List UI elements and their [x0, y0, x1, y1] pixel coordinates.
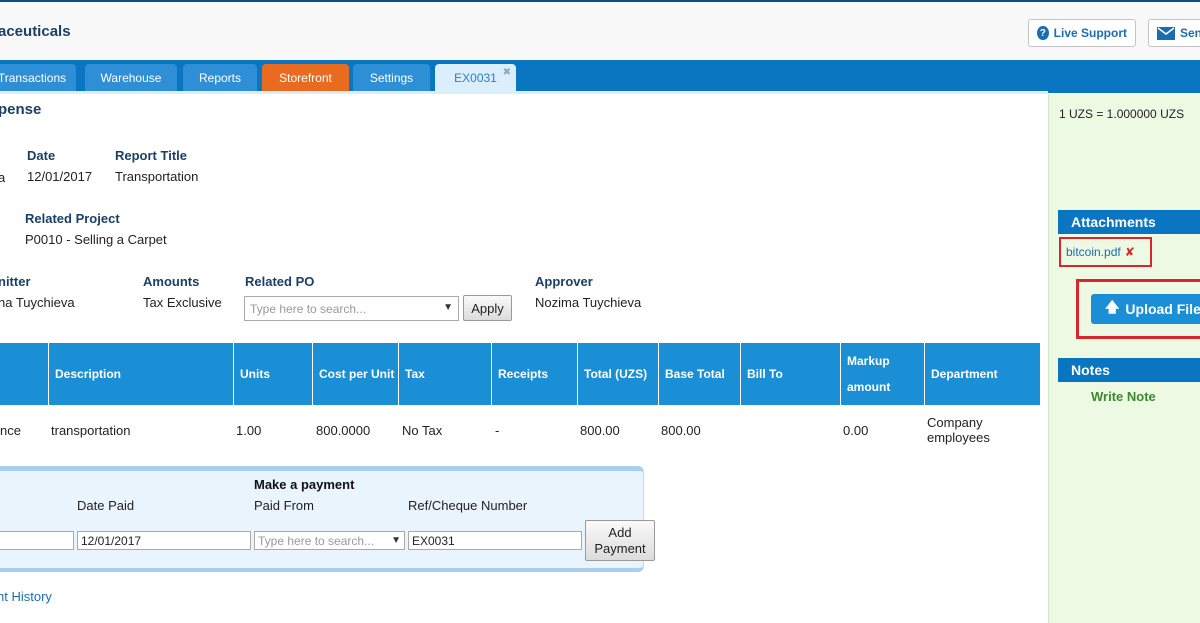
- tab-transactions[interactable]: Transactions: [0, 64, 76, 91]
- related-project-label: Related Project: [25, 211, 120, 226]
- company-name: aceuticals: [0, 23, 71, 40]
- related-project-value: P0010 - Selling a Carpet: [25, 232, 167, 247]
- column-header-cost-per-unit[interactable]: Cost per Unit: [312, 343, 398, 405]
- related-po-label: Related PO: [245, 274, 315, 289]
- tab-storefront[interactable]: Storefront: [262, 64, 349, 91]
- upload-file-label: Upload File: [1125, 301, 1200, 317]
- related-po-select[interactable]: Type here to search... ▼: [244, 296, 459, 321]
- column-header-markup-amount[interactable]: Markup amount: [840, 343, 924, 405]
- exchange-rate: 1 UZS = 1.000000 UZS: [1059, 107, 1185, 121]
- tab-ex0031-label: EX0031: [454, 70, 497, 85]
- date-paid-input[interactable]: 12/01/2017: [77, 531, 251, 550]
- right-sidebar: 1 UZS = 1.000000 UZS Attachments bitcoin…: [1048, 94, 1200, 623]
- envelope-icon: [1157, 26, 1175, 40]
- remove-attachment-icon[interactable]: ✘: [1125, 245, 1135, 259]
- dropdown-caret-icon: ▼: [391, 535, 401, 546]
- expense-table-header: Description Units Cost per Unit Tax Rece…: [0, 343, 1040, 405]
- table-cell-tax: No Tax: [402, 422, 443, 438]
- table-cell-markup-amount: 0.00: [843, 422, 869, 438]
- approver-value: Nozima Tuychieva: [535, 295, 642, 310]
- submitter-label: nitter: [0, 274, 31, 289]
- amounts-value: Tax Exclusive: [143, 295, 222, 310]
- attachment-item: bitcoin.pdf ✘: [1059, 237, 1152, 267]
- table-cell-department: Company employees: [927, 415, 990, 445]
- column-header-tax[interactable]: Tax: [398, 343, 491, 405]
- report-title-value: Transportation: [115, 169, 199, 184]
- payment-amount-input[interactable]: [0, 531, 74, 550]
- table-cell-units: 1.00: [236, 422, 262, 438]
- amounts-label: Amounts: [143, 274, 200, 289]
- attachment-link[interactable]: bitcoin.pdf: [1066, 245, 1121, 259]
- table-cell-bill-to: [740, 405, 840, 455]
- send-button[interactable]: Sen: [1148, 19, 1200, 47]
- write-note-link[interactable]: Write Note: [1091, 389, 1156, 404]
- table-cell-receipts: -: [495, 422, 500, 438]
- table-cell-base-total: 800.00: [661, 422, 701, 438]
- paid-from-label: Paid From: [254, 498, 314, 513]
- live-support-button[interactable]: ? Live Support: [1028, 19, 1136, 47]
- paid-from-placeholder: Type here to search...: [258, 534, 375, 548]
- table-cell-account: nce: [0, 422, 21, 438]
- notes-header: Notes: [1058, 358, 1200, 382]
- column-header-bill-to[interactable]: Bill To: [740, 343, 840, 405]
- related-po-placeholder: Type here to search...: [250, 302, 367, 316]
- approver-label: Approver: [535, 274, 593, 289]
- column-header-description[interactable]: Description: [48, 343, 233, 405]
- apply-button[interactable]: Apply: [463, 295, 512, 321]
- date-paid-label: Date Paid: [77, 498, 135, 513]
- ref-cheque-input[interactable]: EX0031: [408, 531, 582, 550]
- payment-title: Make a payment: [254, 477, 355, 492]
- table-cell-total: 800.00: [580, 422, 620, 438]
- first-detail-value: a: [0, 170, 6, 185]
- payment-history-link[interactable]: nt History: [0, 589, 52, 604]
- report-title-label: Report Title: [115, 148, 187, 163]
- column-header-department[interactable]: Department: [924, 343, 1040, 405]
- date-label: Date: [27, 148, 56, 163]
- attachments-header: Attachments: [1058, 210, 1200, 234]
- add-payment-button[interactable]: Add Payment: [585, 520, 655, 561]
- table-cell-description: transportation: [51, 422, 131, 438]
- tab-ex0031[interactable]: EX0031 ✖: [435, 64, 516, 91]
- tab-warehouse[interactable]: Warehouse: [85, 64, 177, 91]
- close-icon[interactable]: ✖: [503, 67, 511, 78]
- column-header-total[interactable]: Total (UZS): [577, 343, 658, 405]
- upload-file-button[interactable]: 🡅 Upload File: [1091, 294, 1200, 324]
- tab-settings[interactable]: Settings: [353, 64, 430, 91]
- app-header: aceuticals ? Live Support Sen: [0, 2, 1200, 60]
- dropdown-caret-icon: ▼: [443, 302, 453, 313]
- date-value: 12/01/2017: [27, 169, 93, 184]
- table-cell-cost-per-unit: 800.0000: [316, 422, 371, 438]
- page-title: pense: [0, 101, 42, 118]
- send-label: Sen: [1180, 26, 1200, 40]
- nav-underline: [0, 91, 1048, 94]
- column-header-units[interactable]: Units: [233, 343, 312, 405]
- paid-from-select[interactable]: Type here to search... ▼: [254, 531, 405, 550]
- main-nav: Transactions Warehouse Reports Storefron…: [0, 60, 1200, 93]
- column-header-receipts[interactable]: Receipts: [491, 343, 577, 405]
- live-support-label: Live Support: [1053, 26, 1127, 40]
- upload-highlight: 🡅 Upload File: [1076, 279, 1200, 339]
- submitter-value: na Tuychieva: [0, 295, 75, 310]
- help-icon: ?: [1037, 26, 1049, 40]
- ref-cheque-label: Ref/Cheque Number: [408, 498, 528, 513]
- tab-reports[interactable]: Reports: [183, 64, 257, 91]
- column-header-base-total[interactable]: Base Total: [658, 343, 740, 405]
- upload-arrow-icon: 🡅: [1105, 299, 1120, 315]
